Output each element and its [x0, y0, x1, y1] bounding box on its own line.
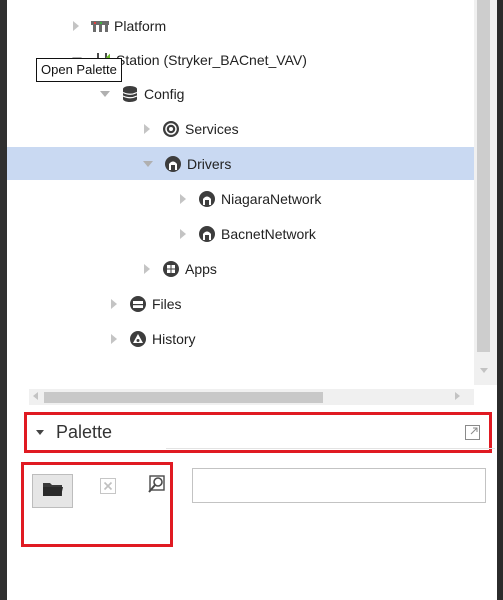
- scroll-down-arrow-icon[interactable]: [480, 368, 488, 373]
- platform-icon: [91, 17, 109, 35]
- palette-search-input[interactable]: [192, 468, 486, 503]
- open-palette-button[interactable]: [32, 474, 73, 508]
- tree-node-bacnet-network[interactable]: BacnetNetwork: [7, 217, 474, 250]
- palette-tab[interactable]: Palette: [27, 415, 163, 450]
- history-icon: [129, 330, 147, 348]
- tree-node-drivers[interactable]: Drivers: [7, 147, 474, 180]
- open-palette-tooltip: Open Palette: [36, 58, 122, 82]
- tree-node-label: History: [152, 330, 196, 347]
- window-frame-left: [0, 0, 7, 600]
- expand-toggle[interactable]: [180, 228, 186, 239]
- tree-node-history[interactable]: History: [7, 322, 474, 355]
- tree-node-label: Drivers: [187, 155, 232, 172]
- expand-toggle[interactable]: [180, 193, 186, 204]
- close-palette-button[interactable]: [99, 477, 117, 499]
- expand-toggle[interactable]: [111, 333, 117, 344]
- close-icon: [100, 477, 116, 499]
- tree-node-label: Config: [144, 85, 185, 102]
- collapse-arrow-icon[interactable]: [36, 430, 44, 435]
- tree-node-apps[interactable]: Apps: [7, 252, 474, 285]
- tree-node-label: Files: [152, 295, 182, 312]
- palette-header-divider: [166, 448, 495, 449]
- config-database-icon: [121, 85, 139, 103]
- tree-node-files[interactable]: Files: [7, 287, 474, 320]
- horizontal-scrollbar-thumb[interactable]: [44, 392, 323, 403]
- palette-title: Palette: [56, 422, 113, 442]
- collapse-toggle[interactable]: [143, 160, 153, 167]
- tree-node-platform[interactable]: Platform: [7, 9, 474, 42]
- scroll-left-arrow-icon[interactable]: [33, 392, 38, 400]
- tree-node-label: Platform: [114, 17, 167, 34]
- find-palette-button[interactable]: [147, 474, 167, 500]
- palette-toolbar: [21, 462, 173, 547]
- tree-node-label: Apps: [185, 260, 217, 277]
- bacnet-network-icon: [198, 225, 216, 243]
- tree-node-services[interactable]: Services: [7, 112, 474, 145]
- expand-toggle[interactable]: [144, 263, 150, 274]
- niagara-network-icon: [198, 190, 216, 208]
- palette-header: Palette: [24, 412, 495, 453]
- tree-node-label: BacnetNetwork: [221, 225, 316, 242]
- expand-toggle[interactable]: [73, 20, 79, 31]
- tree-node-label: Services: [185, 120, 239, 137]
- collapse-toggle[interactable]: [100, 90, 110, 97]
- apps-icon: [162, 260, 180, 278]
- files-icon: [129, 295, 147, 313]
- expand-toggle[interactable]: [144, 123, 150, 134]
- expand-toggle[interactable]: [111, 298, 117, 309]
- tree-node-label: Station (Stryker_BACnet_VAV): [116, 51, 307, 68]
- search-icon: [148, 474, 166, 500]
- folder-icon: [42, 481, 64, 502]
- tree-node-label: NiagaraNetwork: [221, 190, 322, 207]
- services-icon: [162, 120, 180, 138]
- tree-node-niagara-network[interactable]: NiagaraNetwork: [7, 182, 474, 215]
- scroll-right-arrow-icon[interactable]: [455, 392, 460, 400]
- maximize-icon[interactable]: [465, 425, 480, 440]
- drivers-icon: [164, 155, 182, 173]
- vertical-scrollbar-thumb[interactable]: [477, 0, 490, 352]
- window-frame-right: [497, 0, 503, 600]
